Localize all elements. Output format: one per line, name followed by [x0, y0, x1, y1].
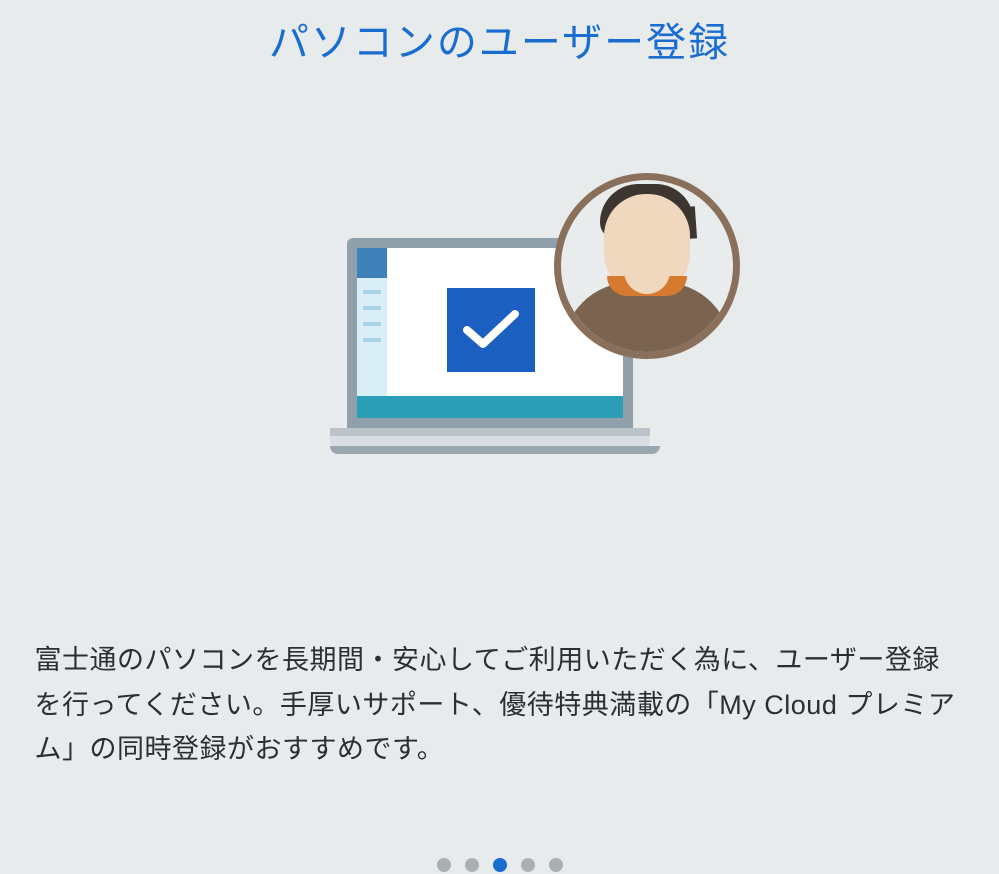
page-dot-1[interactable] [437, 858, 451, 872]
page-dot-3[interactable] [493, 858, 507, 872]
page-dot-5[interactable] [549, 858, 563, 872]
page-title: パソコンのユーザー登録 [269, 10, 730, 68]
illustration [0, 178, 999, 518]
checkmark-icon [447, 288, 535, 372]
page-dot-2[interactable] [465, 858, 479, 872]
description-text: 富士通のパソコンを長期間・安心してご利用いただく為に、ユーザー登録を行ってくださ… [35, 638, 965, 772]
user-avatar-icon [554, 173, 740, 359]
page-dot-4[interactable] [521, 858, 535, 872]
page-indicator [437, 858, 563, 872]
